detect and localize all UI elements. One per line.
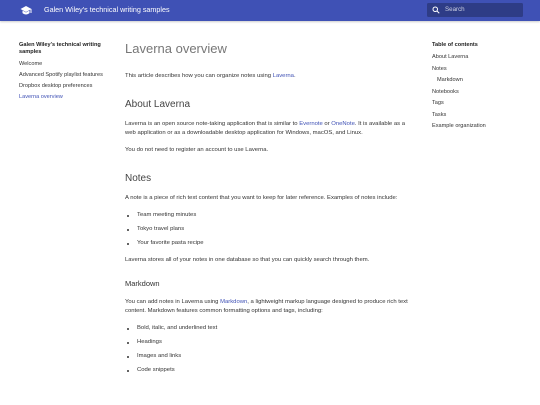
toc-item-notes[interactable]: Notes	[432, 66, 532, 73]
site-title[interactable]: Galen Wiley's technical writing samples	[44, 5, 170, 15]
about-heading: About Laverna	[125, 99, 191, 110]
list-item: Your favorite pasta recipe	[125, 239, 415, 248]
sidebar-nav: Galen Wiley's technical writing samples …	[19, 42, 114, 105]
toc-item-example-organization[interactable]: Example organization	[432, 123, 532, 130]
sidebar-item-spotify[interactable]: Advanced Spotify playlist features	[19, 72, 114, 79]
markdown-features-list: Bold, italic, and underlined text Headin…	[125, 324, 415, 375]
toc-item-about[interactable]: About Laverna	[432, 54, 532, 61]
notes-storage-paragraph: Laverna stores all of your notes in one …	[125, 257, 370, 263]
toc-item-tags[interactable]: Tags	[432, 100, 532, 107]
about-paragraph: Laverna is an open source note-taking ap…	[125, 121, 405, 136]
page-title: Laverna overview	[125, 41, 227, 56]
markdown-paragraph: You can add notes in Laverna using Markd…	[125, 299, 408, 314]
notes-heading: Notes	[125, 173, 152, 184]
sidebar-item-laverna[interactable]: Laverna overview	[19, 94, 114, 101]
list-item: Headings	[125, 338, 415, 347]
intro-paragraph: This article describes how you can organ…	[125, 73, 296, 79]
toc-item-markdown[interactable]: Markdown	[432, 77, 532, 84]
markdown-link[interactable]: Markdown	[220, 299, 247, 305]
toc-item-tasks[interactable]: Tasks	[432, 112, 532, 119]
nav-title: Galen Wiley's technical writing samples	[19, 42, 101, 55]
toc-title: Table of contents	[432, 42, 478, 48]
article: Laverna overview This article describes …	[125, 40, 415, 383]
list-item: Tokyo travel plans	[125, 225, 415, 234]
table-of-contents: Table of contents About Laverna Notes Ma…	[432, 42, 532, 135]
search-input[interactable]	[445, 5, 517, 15]
sidebar-item-dropbox[interactable]: Dropbox desktop preferences	[19, 83, 114, 90]
laverna-link[interactable]: Laverna	[273, 73, 294, 79]
toc-item-notebooks[interactable]: Notebooks	[432, 89, 532, 96]
sidebar-item-welcome[interactable]: Welcome	[19, 61, 114, 68]
list-item: Bold, italic, and underlined text	[125, 324, 415, 333]
notes-examples-list: Team meeting minutes Tokyo travel plans …	[125, 211, 415, 248]
notes-paragraph: A note is a piece of rich text content t…	[125, 195, 398, 201]
top-header: Galen Wiley's technical writing samples	[0, 0, 540, 21]
list-item: Team meeting minutes	[125, 211, 415, 220]
search-box[interactable]	[427, 3, 523, 17]
evernote-link[interactable]: Evernote	[299, 121, 323, 127]
onenote-link[interactable]: OneNote	[331, 121, 355, 127]
list-item: Images and links	[125, 352, 415, 361]
search-icon	[432, 6, 440, 14]
markdown-heading: Markdown	[125, 279, 160, 288]
graduation-cap-icon[interactable]	[20, 5, 32, 16]
list-item: Code snippets	[125, 366, 415, 375]
register-paragraph: You do not need to register an account t…	[125, 147, 269, 153]
